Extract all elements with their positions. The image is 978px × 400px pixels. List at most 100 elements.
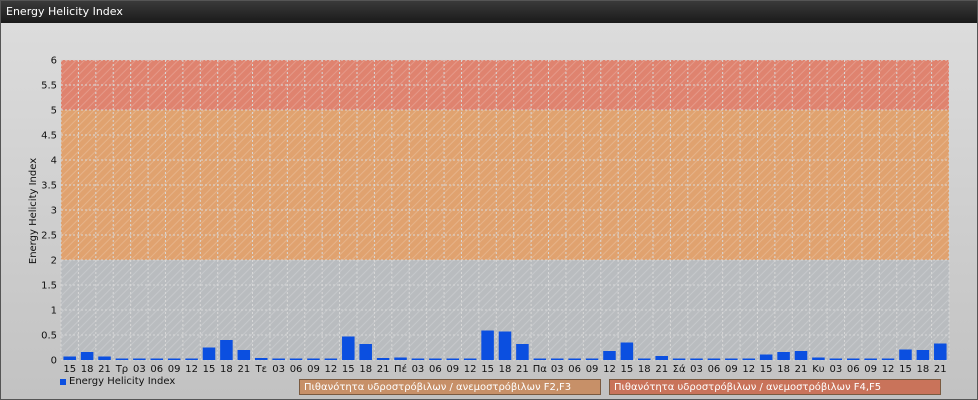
x-tick-label: 15 [481, 364, 494, 375]
x-tick-label: 18 [81, 364, 94, 375]
y-tick-label: 1 [51, 306, 57, 317]
x-tick-label: 15 [203, 364, 216, 375]
x-tick-label: 09 [168, 364, 181, 375]
x-tick-label: 09 [307, 364, 320, 375]
x-tick-label: Πα [533, 364, 548, 375]
y-tick-label: 1.5 [41, 281, 57, 292]
x-tick-label: 21 [655, 364, 668, 375]
x-tick-label: 12 [603, 364, 616, 375]
y-tick-label: 2.5 [41, 231, 57, 242]
x-tick-label: 06 [290, 364, 303, 375]
x-tick-label: Σά [673, 363, 686, 375]
x-tick-label: 09 [586, 364, 599, 375]
x-tick-label: 06 [568, 364, 581, 375]
bar [516, 344, 529, 360]
bar [585, 358, 599, 360]
x-tick-label: 12 [742, 364, 755, 375]
x-tick-label: 21 [516, 364, 529, 375]
x-tick-label: 18 [638, 364, 651, 375]
x-tick-label: 03 [133, 364, 146, 375]
x-tick-label: 21 [98, 364, 111, 375]
y-tick-label: 4.5 [41, 131, 57, 142]
bar [550, 358, 564, 360]
bar [80, 352, 94, 360]
band-legend-f2f3: Πιθανότητα υδροστρόβιλων / ανεμοστρόβιλω… [299, 379, 601, 395]
bar [185, 358, 198, 360]
bar [533, 358, 547, 360]
y-tick-label: 2 [51, 256, 57, 267]
x-tick-label: 21 [795, 364, 808, 375]
bar [446, 358, 460, 360]
legend: Energy Helicity Index [60, 376, 175, 387]
x-tick-label: 12 [464, 364, 477, 375]
bar [202, 347, 216, 360]
bar [934, 343, 947, 360]
bar [794, 351, 808, 360]
x-tick-label: 09 [864, 364, 877, 375]
bar [916, 350, 930, 360]
bar [829, 358, 843, 360]
bar [899, 349, 912, 360]
y-axis-label: Energy Helicity Index [28, 158, 39, 264]
bar [376, 358, 390, 360]
x-tick-label: 18 [777, 364, 790, 375]
y-tick-label: 3.5 [41, 181, 57, 192]
y-tick-label: 0.5 [41, 331, 57, 342]
x-tick-label: Τρ [115, 364, 128, 375]
x-tick-label: 12 [325, 364, 338, 375]
y-tick-label: 5 [51, 106, 57, 117]
bar [864, 358, 877, 360]
bar [638, 358, 651, 360]
legend-swatch [60, 378, 66, 385]
bar [812, 357, 825, 360]
bar [429, 358, 442, 360]
bar [394, 357, 407, 360]
bar [603, 351, 616, 360]
bar [881, 358, 895, 360]
legend-label: Energy Helicity Index [69, 376, 176, 387]
x-tick-label: 09 [446, 364, 459, 375]
x-tick-label: Κυ [812, 364, 825, 375]
y-tick-label: 5.5 [41, 81, 57, 92]
bar [289, 358, 303, 360]
bar [237, 350, 251, 360]
bar [620, 342, 634, 360]
bar [63, 356, 76, 360]
y-tick-label: 6 [51, 56, 57, 67]
x-tick-label: 15 [63, 364, 76, 375]
bar [411, 358, 425, 360]
x-tick-label: 21 [377, 364, 390, 375]
bar [777, 352, 790, 360]
band-legend-f4f5: Πιθανότητα υδροστρόβιλων / ανεμοστρόβιλω… [609, 379, 941, 395]
x-tick-label: 06 [847, 364, 860, 375]
bar [115, 358, 129, 360]
x-tick-label: 18 [220, 364, 233, 375]
bar [655, 356, 668, 360]
bar [359, 344, 372, 360]
bar [150, 358, 164, 360]
x-tick-label: 15 [342, 364, 355, 375]
x-tick-label: 15 [760, 364, 773, 375]
bar [167, 358, 181, 360]
x-tick-label: 18 [499, 364, 512, 375]
bar [707, 358, 721, 360]
bar [254, 358, 268, 360]
bar [568, 358, 581, 360]
bar [272, 358, 285, 360]
bar [846, 358, 860, 360]
bar [725, 358, 738, 360]
x-tick-label: 06 [429, 364, 442, 375]
bar [220, 340, 233, 360]
energy-helicity-chart: 0 0.5 1 1.5 2 2.5 3 3.5 4 4.5 5 5.5 6 15 18 21 Τρ 03 06 09… [28, 56, 950, 375]
bar [324, 358, 338, 360]
x-tick-label: 12 [882, 364, 895, 375]
x-tick-label: 21 [237, 364, 250, 375]
x-tick-label: 12 [185, 364, 198, 375]
bar [672, 358, 686, 360]
x-tick-label: 15 [621, 364, 634, 375]
x-tick-label: 18 [359, 364, 372, 375]
bar [481, 330, 494, 360]
x-tick-label: Πέ [394, 363, 407, 375]
x-tick-label: 06 [708, 364, 721, 375]
y-tick-label: 0 [51, 356, 57, 367]
